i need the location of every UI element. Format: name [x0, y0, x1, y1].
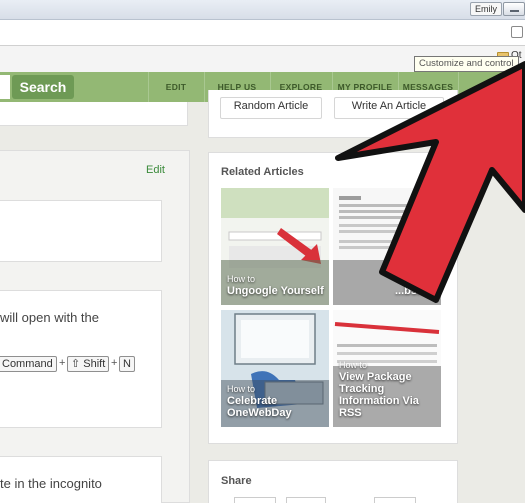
share-button[interactable] — [234, 497, 276, 503]
related-article-card[interactable]: How to View Package Tracking Information… — [333, 310, 441, 427]
article-title: How to View Package Tracking Information… — [339, 360, 419, 419]
key-n: N — [119, 356, 135, 372]
key-plus: + — [111, 357, 118, 369]
search-input[interactable] — [0, 75, 10, 99]
article-title: How to Ungoogle Yourself — [227, 274, 324, 297]
article-title: How to Celebrate OneWebDay — [227, 384, 292, 419]
profile-button[interactable]: Emily — [470, 2, 502, 16]
annotation-arrow-icon — [335, 61, 525, 303]
related-article-card[interactable]: How to Celebrate OneWebDay — [221, 310, 329, 427]
key-plus: + — [59, 357, 66, 369]
step-text: te in the incognito — [0, 476, 102, 491]
key-shift: ⇧ Shift — [67, 356, 110, 372]
share-button[interactable] — [286, 497, 326, 503]
nav-divider — [148, 72, 149, 102]
address-bar[interactable] — [0, 20, 525, 46]
window-title-bar: Emily — [0, 0, 525, 20]
intro-card — [0, 102, 188, 126]
nav-edit[interactable]: EDIT — [150, 72, 202, 102]
page-icon — [511, 26, 523, 38]
key-command: Command — [0, 356, 57, 372]
related-title: Related Articles — [221, 166, 304, 178]
search-button[interactable]: Search — [12, 75, 74, 99]
related-article-card[interactable]: How to Ungoogle Yourself — [221, 188, 329, 305]
share-title: Share — [221, 475, 252, 487]
share-button[interactable] — [374, 497, 416, 503]
step-text: will open with the — [0, 310, 99, 325]
step-card — [0, 200, 162, 262]
random-article-button[interactable]: Random Article — [220, 97, 322, 119]
edit-section-link[interactable]: Edit — [146, 164, 165, 176]
nav-divider — [204, 72, 205, 102]
minimize-icon[interactable] — [503, 2, 525, 16]
